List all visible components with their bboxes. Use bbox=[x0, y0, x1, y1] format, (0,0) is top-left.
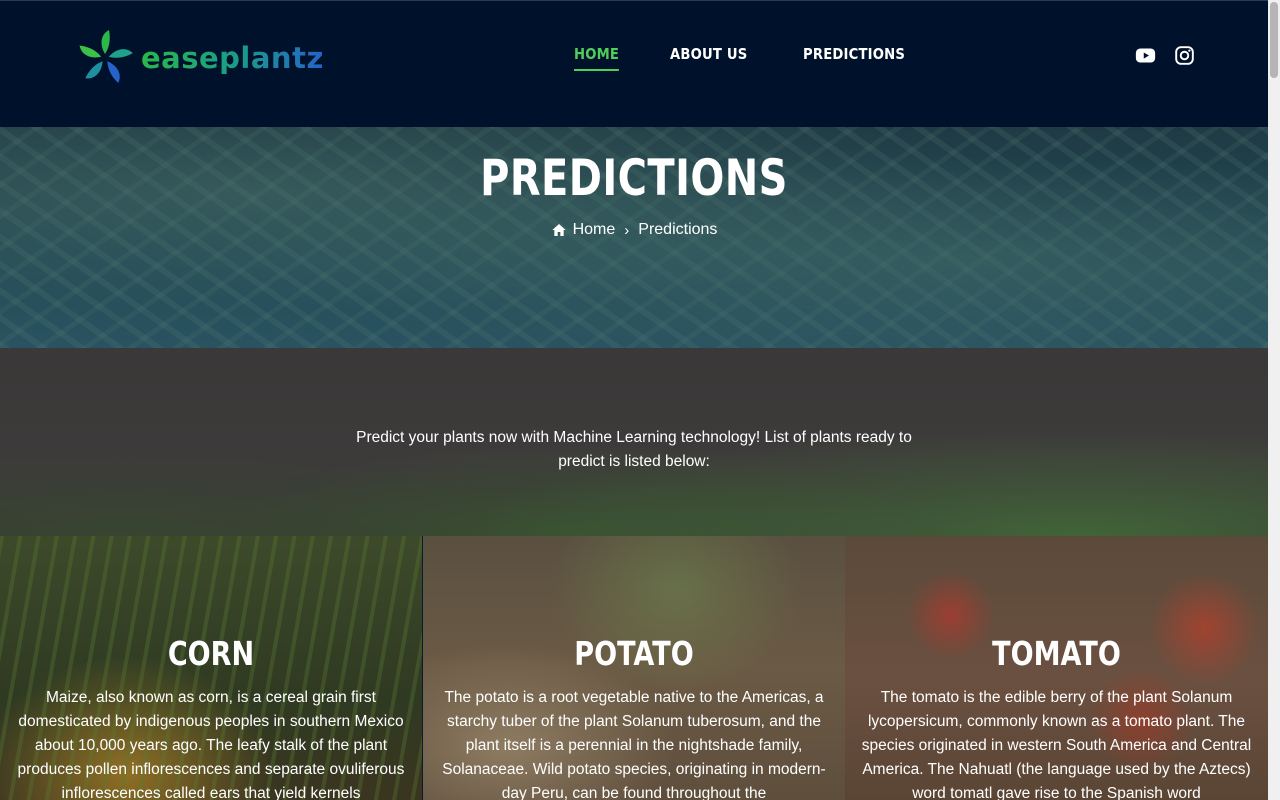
leaf-logo-icon bbox=[79, 30, 133, 84]
card-title: CORN bbox=[167, 634, 255, 673]
plant-card-corn[interactable]: CORN Maize, also known as corn, is a cer… bbox=[0, 536, 422, 800]
nav-item-home[interactable]: HOME bbox=[574, 45, 620, 71]
page-title: PREDICTIONS bbox=[480, 149, 788, 207]
youtube-icon[interactable] bbox=[1135, 45, 1156, 66]
chevron-right-icon: › bbox=[624, 221, 630, 239]
card-title: POTATO bbox=[574, 634, 694, 673]
card-description: Maize, also known as corn, is a cereal g… bbox=[17, 689, 405, 800]
breadcrumb: Home › Predictions bbox=[0, 221, 1268, 239]
instagram-icon[interactable] bbox=[1174, 45, 1195, 66]
brand-logo[interactable]: easeplantz bbox=[75, 27, 324, 89]
page-scrollbar[interactable] bbox=[1268, 0, 1280, 800]
brand-name: easeplantz bbox=[141, 41, 324, 75]
home-icon bbox=[551, 224, 566, 236]
nav-item-predictions[interactable]: PREDICTIONS bbox=[803, 45, 905, 71]
card-title: TOMATO bbox=[992, 634, 1121, 673]
breadcrumb-current: Predictions bbox=[638, 221, 718, 238]
social-links bbox=[1135, 45, 1195, 66]
nav-item-about-us[interactable]: ABOUT US bbox=[670, 45, 747, 71]
scrollbar-thumb[interactable] bbox=[1270, 2, 1278, 78]
main-nav: HOME ABOUT US PREDICTIONS bbox=[574, 45, 919, 71]
card-description: The potato is a root vegetable native to… bbox=[442, 689, 826, 800]
intro-section: Predict your plants now with Machine Lea… bbox=[0, 348, 1268, 536]
plant-card-tomato[interactable]: TOMATO The tomato is the edible berry of… bbox=[845, 536, 1268, 800]
page-hero: PREDICTIONS Home › Predictions bbox=[0, 127, 1268, 348]
plant-card-potato[interactable]: POTATO The potato is a root vegetable na… bbox=[423, 536, 845, 800]
breadcrumb-home-link[interactable]: Home bbox=[573, 221, 616, 239]
intro-text: Predict your plants now with Machine Lea… bbox=[356, 429, 912, 470]
card-description: The tomato is the edible berry of the pl… bbox=[861, 689, 1252, 800]
site-header: easeplantz HOME ABOUT US PREDICTIONS bbox=[0, 0, 1268, 127]
